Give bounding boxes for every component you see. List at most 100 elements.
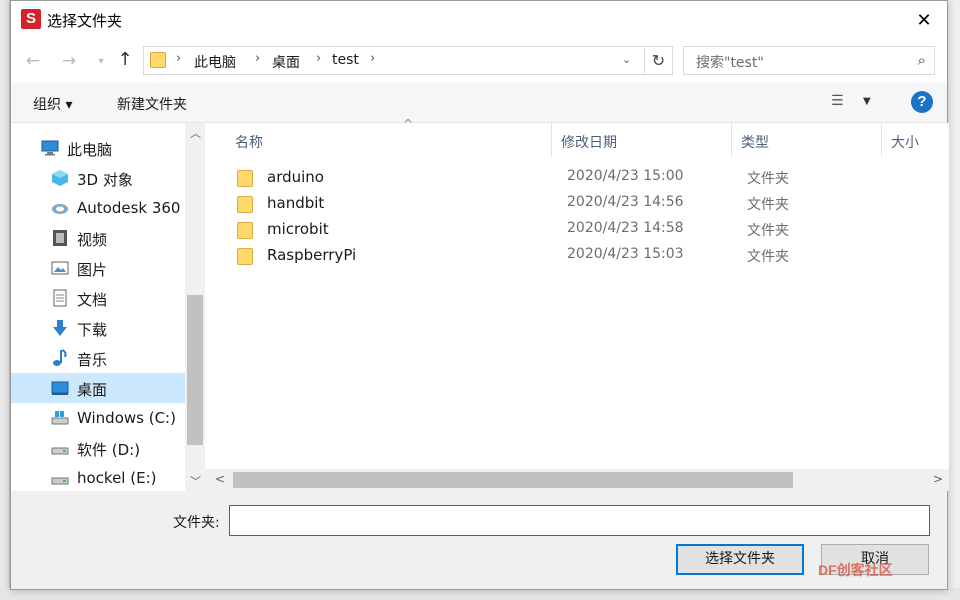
sidebar-item-pictures[interactable]: 图片: [11, 253, 185, 283]
computer-icon: [41, 140, 59, 156]
title-bar: S 选择文件夹 ✕: [11, 1, 947, 39]
sort-ascending-icon: ^: [403, 117, 414, 131]
file-list-horizontal-scrollbar[interactable]: < >: [205, 469, 949, 491]
sidebar-item-documents[interactable]: 文档: [11, 283, 185, 313]
video-icon: [53, 230, 67, 246]
recent-locations-button[interactable]: ▾: [91, 56, 111, 67]
sidebar-item-this-pc[interactable]: 此电脑: [11, 133, 185, 163]
chevron-down-icon[interactable]: ﹀: [190, 473, 201, 489]
sidebar-item-label: 下载: [77, 321, 108, 339]
chevron-up-icon[interactable]: ︿: [190, 125, 201, 141]
sidebar-item-label: Windows (C:): [77, 409, 176, 427]
scrollbar-thumb[interactable]: [233, 472, 793, 488]
search-input[interactable]: 搜索"test" ⌕: [683, 46, 935, 75]
sidebar-item-label: hockel (E:): [77, 469, 157, 487]
search-placeholder: 搜索"test": [696, 55, 764, 71]
download-icon: [53, 320, 67, 336]
sidebar-item-label: 图片: [77, 261, 108, 279]
folder-icon: [237, 248, 253, 265]
chevron-left-icon[interactable]: <: [215, 472, 225, 486]
sidebar-item-software-d[interactable]: 软件 (D:): [11, 433, 185, 463]
arrow-right-icon: →: [61, 51, 77, 71]
search-icon[interactable]: ⌕: [918, 51, 926, 69]
music-icon: [53, 349, 67, 366]
sidebar-item-3d-objects[interactable]: 3D 对象: [11, 163, 185, 193]
sidebar-item-label: 文档: [77, 291, 108, 309]
file-name: microbit: [267, 220, 329, 238]
sidebar-item-videos[interactable]: 视频: [11, 223, 185, 253]
navigation-pane: 此电脑 3D 对象 Autodesk 360 视频 图片 文档 下载 音乐 桌面…: [11, 123, 205, 491]
picture-icon: [51, 261, 69, 275]
select-folder-dialog: S 选择文件夹 ✕ ← → ▾ ↑ › 此电脑 › 桌面 › test › ⌄ …: [10, 0, 949, 590]
file-name: handbit: [267, 194, 325, 212]
new-folder-button[interactable]: 新建文件夹: [117, 94, 187, 114]
chevron-right-icon[interactable]: >: [933, 472, 943, 486]
file-row-arduino[interactable]: arduino 2020/4/23 15:00 文件夹: [227, 165, 927, 191]
sidebar-item-desktop[interactable]: 桌面: [11, 373, 185, 403]
view-options-icon[interactable]: ☰: [831, 93, 844, 109]
file-name: RaspberryPi: [267, 246, 357, 264]
sidebar-item-label: Autodesk 360: [77, 199, 181, 217]
back-button[interactable]: ←: [23, 51, 43, 71]
organize-button[interactable]: 组织 ▾: [33, 94, 72, 114]
sidebar-item-label: 视频: [77, 231, 108, 249]
background-window-edge: [0, 0, 10, 600]
sidebar-item-autodesk-360[interactable]: Autodesk 360: [11, 193, 185, 223]
chevron-down-icon[interactable]: ▼: [863, 96, 871, 107]
column-header-name[interactable]: 名称 ^: [225, 117, 551, 157]
refresh-icon[interactable]: ↻: [644, 48, 672, 73]
sidebar-item-hockel-e[interactable]: hockel (E:): [11, 463, 185, 493]
sidebar-item-music[interactable]: 音乐: [11, 343, 185, 373]
address-dropdown-icon[interactable]: ⌄: [622, 53, 631, 66]
breadcrumb-this-pc[interactable]: 此电脑: [194, 52, 236, 72]
sidebar-item-downloads[interactable]: 下载: [11, 313, 185, 343]
arrow-up-icon: ↑: [117, 49, 133, 70]
cube-icon: [52, 170, 68, 186]
breadcrumb-desktop[interactable]: 桌面: [272, 52, 300, 72]
dialog-title: 选择文件夹: [47, 12, 123, 30]
arrow-left-icon: ←: [25, 51, 41, 71]
forward-button[interactable]: →: [59, 51, 79, 71]
sidebar-scrollbar[interactable]: ︿ ﹀: [185, 123, 205, 491]
desktop-icon: [51, 381, 69, 395]
drive-icon: [51, 477, 69, 485]
folder-icon: [237, 222, 253, 239]
file-type: 文件夹: [747, 223, 789, 239]
file-date: 2020/4/23 15:00: [567, 168, 684, 184]
cloud-icon: [52, 204, 68, 214]
command-bar: 组织 ▾ 新建文件夹 ☰ ▼ ?: [11, 83, 947, 123]
chevron-right-icon: ›: [370, 51, 376, 66]
sidebar-item-label: 3D 对象: [77, 171, 133, 189]
chevron-right-icon: ›: [316, 51, 322, 66]
sidebar-item-label: 桌面: [77, 381, 108, 399]
column-header-size[interactable]: 大小: [881, 123, 949, 157]
column-header-date[interactable]: 修改日期: [551, 123, 731, 157]
close-icon: ✕: [916, 9, 932, 31]
file-name: arduino: [267, 168, 324, 186]
file-row-microbit[interactable]: microbit 2020/4/23 14:58 文件夹: [227, 217, 927, 243]
app-icon: S: [21, 9, 41, 29]
folder-icon: [237, 170, 253, 187]
file-list: 名称 ^ 修改日期 类型 大小 arduino 2020/4/23 15:00 …: [205, 117, 949, 491]
sidebar-item-windows-c[interactable]: Windows (C:): [11, 403, 185, 433]
file-type: 文件夹: [747, 171, 789, 187]
close-button[interactable]: ✕: [901, 1, 947, 39]
folder-name-input[interactable]: [229, 505, 930, 536]
help-icon[interactable]: ?: [911, 91, 933, 113]
breadcrumb-test[interactable]: test: [332, 52, 359, 68]
file-date: 2020/4/23 14:58: [567, 220, 684, 236]
file-date: 2020/4/23 15:03: [567, 246, 684, 262]
sidebar-item-label: 音乐: [77, 351, 108, 369]
chevron-down-icon: ▾: [98, 56, 104, 67]
address-bar[interactable]: › 此电脑 › 桌面 › test › ⌄ ↻: [143, 46, 673, 75]
up-button[interactable]: ↑: [115, 49, 135, 70]
column-header-type[interactable]: 类型: [731, 123, 881, 157]
document-icon: [53, 289, 67, 307]
chevron-right-icon: ›: [176, 51, 182, 66]
file-type: 文件夹: [747, 197, 789, 213]
drive-icon: [51, 411, 69, 425]
scrollbar-thumb[interactable]: [187, 295, 203, 445]
file-row-handbit[interactable]: handbit 2020/4/23 14:56 文件夹: [227, 191, 927, 217]
file-row-raspberrypi[interactable]: RaspberryPi 2020/4/23 15:03 文件夹: [227, 243, 927, 269]
select-folder-button[interactable]: 选择文件夹: [676, 544, 804, 575]
